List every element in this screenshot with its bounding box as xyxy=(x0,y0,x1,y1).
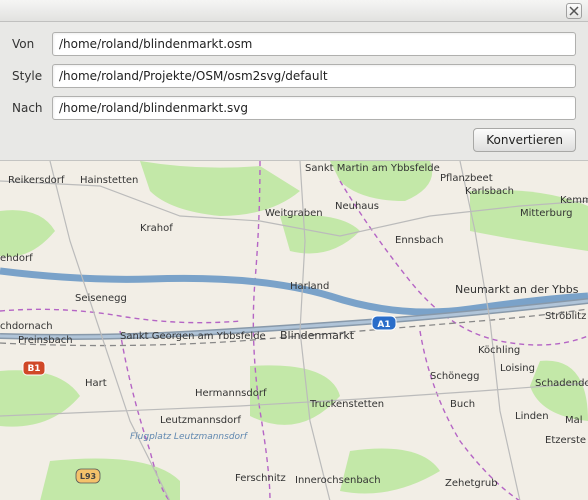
close-button[interactable] xyxy=(566,3,582,19)
shield-b1: B1 xyxy=(27,364,40,374)
place-label: ehdorf xyxy=(0,253,33,264)
label-style: Style xyxy=(12,69,52,83)
map-canvas: B1 A1 L93 Flugplatz Leutzmannsdorf Reike… xyxy=(0,161,588,500)
place-label: Sankt Georgen am Ybbsfelde xyxy=(120,331,266,342)
place-label: Innerochsenbach xyxy=(295,475,381,486)
form-panel: Von Style Nach Konvertieren xyxy=(0,22,588,160)
close-icon xyxy=(569,6,579,16)
place-label: Linden xyxy=(515,411,549,422)
row-style: Style xyxy=(12,64,576,88)
label-nach: Nach xyxy=(12,101,52,115)
place-label: Schönegg xyxy=(430,371,480,382)
place-label: Mitterburg xyxy=(520,208,572,219)
place-label: Etzerste xyxy=(545,435,586,446)
place-label: Reikersdorf xyxy=(8,175,65,186)
input-style[interactable] xyxy=(52,64,576,88)
place-label: Schadendorf xyxy=(535,378,588,389)
input-von[interactable] xyxy=(52,32,576,56)
map-preview[interactable]: B1 A1 L93 Flugplatz Leutzmannsdorf Reike… xyxy=(0,160,588,500)
place-label: Harland xyxy=(290,281,329,292)
place-label: Ströblitz xyxy=(545,311,586,322)
place-label: Karlsbach xyxy=(465,186,514,197)
titlebar xyxy=(0,0,588,22)
shield-l93: L93 xyxy=(80,472,96,481)
place-label: Seisenegg xyxy=(75,293,127,304)
app-window: Von Style Nach Konvertieren xyxy=(0,0,588,500)
place-label: Sankt Martin am Ybbsfelde xyxy=(305,163,440,174)
row-nach: Nach xyxy=(12,96,576,120)
place-label: Zehetgrub xyxy=(445,478,498,489)
place-label: Hart xyxy=(85,378,107,389)
place-label: Ferschnitz xyxy=(235,473,286,484)
input-nach[interactable] xyxy=(52,96,576,120)
place-label: Köchling xyxy=(478,345,520,356)
place-label: Blindenmarkt xyxy=(280,329,355,342)
place-label: Preinsbach xyxy=(18,335,73,346)
place-label: Leutzmannsdorf xyxy=(160,415,241,426)
shield-a1: A1 xyxy=(377,320,390,330)
place-label: Krahof xyxy=(140,223,173,234)
place-label: Buch xyxy=(450,399,475,410)
place-label: Neuhaus xyxy=(335,201,379,212)
airfield-label: Flugplatz Leutzmannsdorf xyxy=(130,432,249,442)
place-label: Hermannsdorf xyxy=(195,388,267,399)
place-label: Ennsbach xyxy=(395,235,444,246)
place-label: chdornach xyxy=(0,321,53,332)
place-label: Mal xyxy=(565,415,583,426)
place-label: Weitgraben xyxy=(265,208,323,219)
label-von: Von xyxy=(12,37,52,51)
place-label: Neumarkt an der Ybbs xyxy=(455,283,579,296)
place-label: Pflanzbeet xyxy=(440,173,493,184)
place-label: Truckenstetten xyxy=(309,399,384,410)
button-row: Konvertieren xyxy=(12,128,576,152)
place-label: Kemm xyxy=(560,195,588,206)
place-label: Hainstetten xyxy=(80,175,138,186)
place-label: Loising xyxy=(500,363,535,374)
convert-button[interactable]: Konvertieren xyxy=(473,128,576,152)
row-von: Von xyxy=(12,32,576,56)
